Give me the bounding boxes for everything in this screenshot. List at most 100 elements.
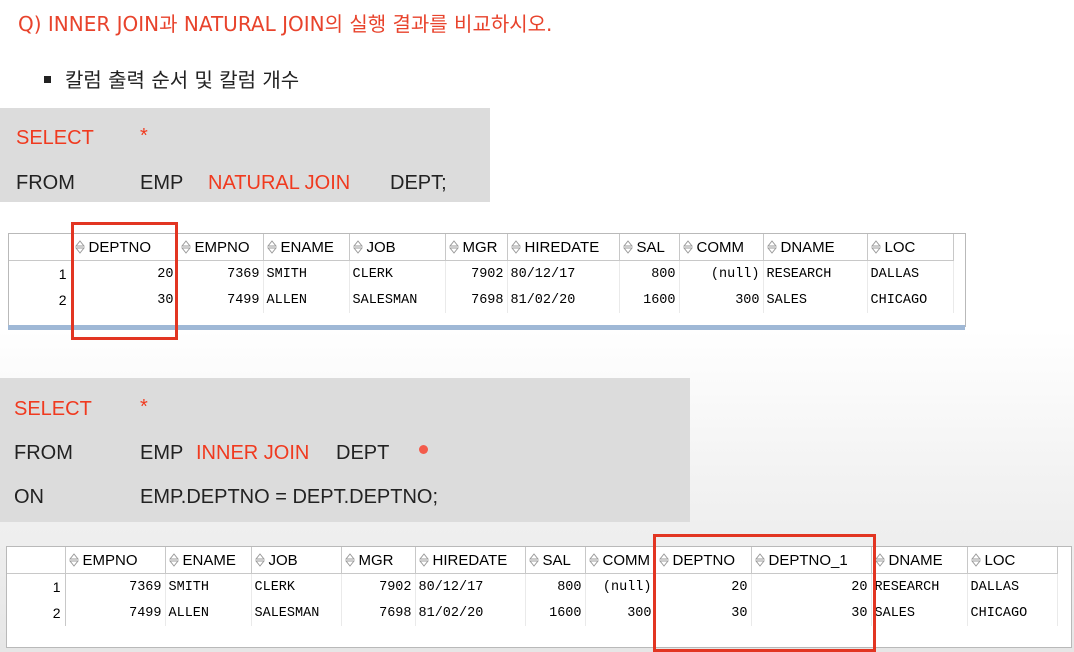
column-header-hiredate[interactable]: HIREDATE <box>415 547 526 574</box>
natural-join-keyword: NATURAL JOIN <box>208 172 351 194</box>
column-header-label: ENAME <box>182 551 236 569</box>
table-cell[interactable]: 7369 <box>65 573 166 600</box>
column-header-mgr[interactable]: MGR <box>445 234 508 261</box>
sort-icon[interactable] <box>168 552 179 567</box>
table-cell[interactable]: (null) <box>585 573 656 600</box>
table-row[interactable]: 1 7369 SMITH CLERK 7902 80/12/17 800 (null) 20 20… <box>7 573 1058 600</box>
table-cell[interactable]: SALES <box>763 287 868 313</box>
sort-icon[interactable] <box>874 552 885 567</box>
table-cell[interactable]: 7902 <box>445 260 508 287</box>
table-cell[interactable]: 7902 <box>341 573 416 600</box>
sort-icon[interactable] <box>766 239 777 254</box>
select-keyword: SELECT <box>14 398 92 420</box>
column-header-ename[interactable]: ENAME <box>165 547 252 574</box>
page-title: Q) INNER JOIN과 NATURAL JOIN의 실행 결과를 비교하시… <box>18 12 553 36</box>
sort-icon[interactable] <box>254 552 265 567</box>
table-cell[interactable]: 800 <box>525 573 586 600</box>
row-number[interactable]: 1 <box>9 260 72 287</box>
table-cell[interactable]: 81/02/20 <box>507 287 620 313</box>
column-header-comm[interactable]: COMM <box>679 234 764 261</box>
column-header-label: ENAME <box>280 238 334 256</box>
column-header-label: COMM <box>602 551 651 569</box>
table-cell[interactable]: 7698 <box>445 287 508 313</box>
row-number[interactable]: 2 <box>7 600 66 626</box>
table-cell[interactable]: 1600 <box>619 287 680 313</box>
column-header-label: JOB <box>268 551 298 569</box>
sort-icon[interactable] <box>418 552 429 567</box>
row-number[interactable]: 1 <box>7 573 66 600</box>
table-row[interactable]: 2 7499 ALLEN SALESMAN 7698 81/02/20 1600 300 30 3… <box>7 600 1058 626</box>
table-cell[interactable]: SALES <box>871 600 968 626</box>
column-header-loc[interactable]: LOC <box>867 234 954 261</box>
sort-icon[interactable] <box>180 239 191 254</box>
sort-icon[interactable] <box>352 239 363 254</box>
table-cell[interactable]: 300 <box>585 600 656 626</box>
column-header-job[interactable]: JOB <box>251 547 342 574</box>
sort-icon[interactable] <box>344 552 355 567</box>
table-cell[interactable]: CHICAGO <box>867 287 954 313</box>
table-cell[interactable]: 81/02/20 <box>415 600 526 626</box>
column-header-comm[interactable]: COMM <box>585 547 656 574</box>
left-table: EMP <box>140 442 184 464</box>
table-cell[interactable]: 7369 <box>177 260 264 287</box>
table-cell[interactable]: ALLEN <box>165 600 252 626</box>
sort-icon[interactable] <box>588 552 599 567</box>
result-grid-inner-join[interactable]: EMPNO ENAME JOB MGR HIREDATE SAL COMM DEPTNO DEP… <box>6 546 1072 648</box>
column-header-empno[interactable]: EMPNO <box>65 547 166 574</box>
sort-icon[interactable] <box>68 552 79 567</box>
column-header-label: MGR <box>358 551 394 569</box>
table-cell[interactable]: 800 <box>619 260 680 287</box>
column-header-label: COMM <box>696 238 745 256</box>
from-keyword: FROM <box>14 442 73 464</box>
sort-icon[interactable] <box>622 239 633 254</box>
table-cell[interactable]: DALLAS <box>967 573 1058 600</box>
table-cell[interactable]: 7499 <box>65 600 166 626</box>
table-cell[interactable]: CLERK <box>251 573 342 600</box>
right-table: DEPT; <box>390 172 447 194</box>
table-cell[interactable]: SMITH <box>263 260 350 287</box>
column-header-mgr[interactable]: MGR <box>341 547 416 574</box>
column-header-job[interactable]: JOB <box>349 234 446 261</box>
left-table: EMP <box>140 172 184 194</box>
column-header-dname[interactable]: DNAME <box>763 234 868 261</box>
inner-join-keyword: INNER JOIN <box>196 442 310 464</box>
table-cell[interactable]: 7698 <box>341 600 416 626</box>
column-header-loc[interactable]: LOC <box>967 547 1058 574</box>
table-cell[interactable]: (null) <box>679 260 764 287</box>
column-header-empno[interactable]: EMPNO <box>177 234 264 261</box>
sort-icon[interactable] <box>682 239 693 254</box>
table-cell[interactable]: 1600 <box>525 600 586 626</box>
column-header-label: MGR <box>462 238 498 256</box>
table-cell[interactable]: RESEARCH <box>763 260 868 287</box>
table-cell[interactable]: SMITH <box>165 573 252 600</box>
table-cell[interactable]: 80/12/17 <box>415 573 526 600</box>
sort-icon[interactable] <box>266 239 277 254</box>
table-cell[interactable]: CHICAGO <box>967 600 1058 626</box>
row-number[interactable]: 2 <box>9 287 72 313</box>
column-header-hiredate[interactable]: HIREDATE <box>507 234 620 261</box>
column-header-label: JOB <box>366 238 396 256</box>
table-cell[interactable]: 80/12/17 <box>507 260 620 287</box>
sort-icon[interactable] <box>528 552 539 567</box>
table-cell[interactable]: CLERK <box>349 260 446 287</box>
bullet-dot <box>44 76 51 83</box>
table-cell[interactable]: SALESMAN <box>349 287 446 313</box>
table-cell[interactable]: ALLEN <box>263 287 350 313</box>
table-cell[interactable]: SALESMAN <box>251 600 342 626</box>
column-header-sal[interactable]: SAL <box>619 234 680 261</box>
column-header-dname[interactable]: DNAME <box>871 547 968 574</box>
sort-icon[interactable] <box>970 552 981 567</box>
sort-icon[interactable] <box>870 239 881 254</box>
column-header-label: LOC <box>984 551 1016 569</box>
column-header-label: SAL <box>636 238 665 256</box>
bullet-item: 칼럼 출력 순서 및 칼럼 개수 <box>44 64 299 93</box>
sort-icon[interactable] <box>510 239 521 254</box>
table-cell[interactable]: 300 <box>679 287 764 313</box>
table-cell[interactable]: DALLAS <box>867 260 954 287</box>
table-cell[interactable]: 7499 <box>177 287 264 313</box>
column-header-sal[interactable]: SAL <box>525 547 586 574</box>
column-header-label: EMPNO <box>194 238 250 256</box>
table-cell[interactable]: RESEARCH <box>871 573 968 600</box>
sort-icon[interactable] <box>448 239 459 254</box>
column-header-ename[interactable]: ENAME <box>263 234 350 261</box>
